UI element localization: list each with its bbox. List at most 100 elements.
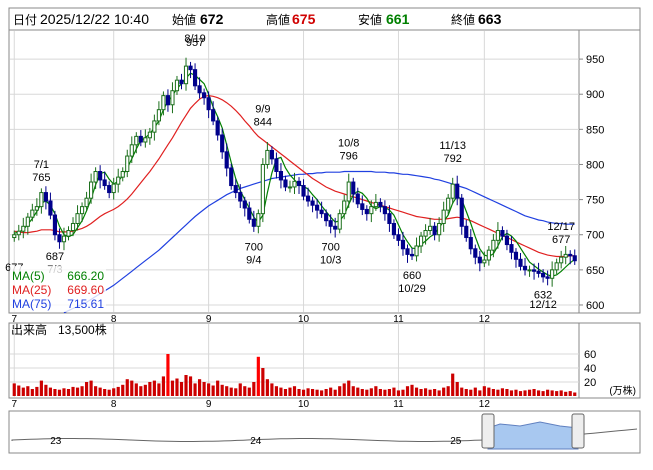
navigator-year-label: 23	[50, 436, 62, 447]
candle-body	[500, 230, 505, 237]
volume-bar	[505, 389, 509, 396]
candle-body	[296, 180, 302, 187]
volume-bar	[405, 386, 410, 396]
volume-bar	[44, 384, 48, 396]
volume-bar	[112, 388, 116, 396]
volume-bar	[161, 376, 166, 396]
volume-bar	[89, 380, 93, 396]
volume-bar	[66, 389, 71, 396]
volume-bar	[75, 387, 80, 396]
volume-bar	[437, 390, 441, 396]
candle-body	[16, 230, 21, 236]
candle-body	[360, 203, 365, 210]
candle-body	[351, 181, 356, 195]
volume-bar	[175, 378, 179, 396]
volume-bar	[193, 383, 197, 396]
volume-bar	[288, 387, 292, 396]
candle-body	[48, 200, 53, 216]
volume-bar	[487, 387, 491, 396]
candle-body	[559, 256, 564, 264]
volume-y-tick-label: 20	[584, 377, 596, 389]
volume-bar	[396, 390, 401, 396]
volume-bar	[568, 391, 572, 396]
price-x-tick-label: 11	[393, 314, 404, 325]
volume-bar	[152, 380, 156, 396]
candle-body	[98, 171, 103, 181]
volume-bar	[514, 389, 518, 396]
navigator-left-handle[interactable]	[481, 413, 495, 449]
candle-body	[486, 249, 491, 261]
candle-body	[57, 234, 62, 243]
volume-bar	[202, 382, 206, 396]
volume-bar	[555, 391, 559, 396]
volume-bar	[94, 386, 98, 396]
volume-bar	[166, 354, 170, 396]
volume-bar	[473, 387, 477, 396]
candle-body	[382, 206, 387, 215]
volume-x-tick-label: 12	[479, 399, 491, 410]
volume-bar	[48, 387, 53, 396]
candle-body	[147, 131, 152, 139]
candle-body	[287, 186, 293, 189]
volume-bar	[80, 386, 84, 396]
candle-body	[455, 183, 460, 199]
candle-body	[43, 192, 48, 202]
volume-bar	[12, 383, 16, 396]
candle-body	[256, 213, 261, 227]
candle-body	[355, 193, 360, 205]
price-annotation: 957	[186, 37, 204, 49]
volume-bar	[116, 386, 120, 396]
candle-body	[373, 201, 378, 208]
volume-bar	[103, 389, 107, 396]
candle	[229, 163, 234, 190]
price-annotation: 11/13	[439, 140, 466, 152]
candle-body	[12, 234, 17, 239]
candle-body	[554, 262, 559, 271]
candle-body	[52, 214, 58, 236]
candle-body	[482, 259, 487, 264]
close-label: 終値	[451, 12, 475, 27]
price-annotation: 677	[552, 234, 570, 246]
volume-bar	[478, 390, 482, 396]
candle-body	[391, 222, 397, 236]
volume-bar	[342, 383, 346, 396]
date-label: 日付	[13, 13, 37, 27]
candle-body	[265, 149, 270, 165]
close-value: 663	[478, 11, 502, 27]
volume-bar	[39, 380, 43, 396]
volume-bar	[71, 386, 75, 396]
candle-body	[156, 109, 161, 122]
price-x-tick-label: 8	[111, 314, 117, 325]
navigator-right-handle[interactable]	[571, 413, 585, 449]
volume-bar	[329, 387, 333, 396]
candle-body	[550, 269, 555, 279]
candle-body	[418, 235, 424, 247]
candle-body	[423, 230, 428, 237]
candle-body	[34, 206, 39, 211]
volume-bar	[234, 388, 238, 396]
candle-body	[143, 137, 148, 143]
volume-bar	[338, 386, 342, 396]
volume-bar	[573, 392, 577, 396]
volume-bar	[401, 389, 405, 396]
high-label: 高値	[266, 12, 290, 27]
volume-bar	[292, 386, 297, 396]
candle-body	[61, 235, 67, 243]
volume-bar	[419, 389, 423, 396]
candle-body	[220, 134, 225, 153]
volume-bar	[428, 389, 432, 396]
candle-body	[138, 135, 143, 143]
navigator-year-label: 24	[250, 436, 262, 447]
candle-body	[89, 181, 94, 199]
candle-body	[568, 253, 573, 257]
candle-body	[75, 213, 80, 224]
volume-title: 出来高 13,500株	[11, 322, 107, 337]
candle-body	[107, 185, 112, 194]
price-annotation: 796	[340, 150, 358, 162]
candle-body	[364, 208, 369, 215]
candle-body	[260, 163, 265, 215]
legend-ma75-value: 715.61	[67, 297, 104, 311]
price-annotation: 687	[46, 251, 64, 263]
volume-label: 出来高	[11, 322, 47, 337]
volume-bar	[270, 383, 274, 396]
